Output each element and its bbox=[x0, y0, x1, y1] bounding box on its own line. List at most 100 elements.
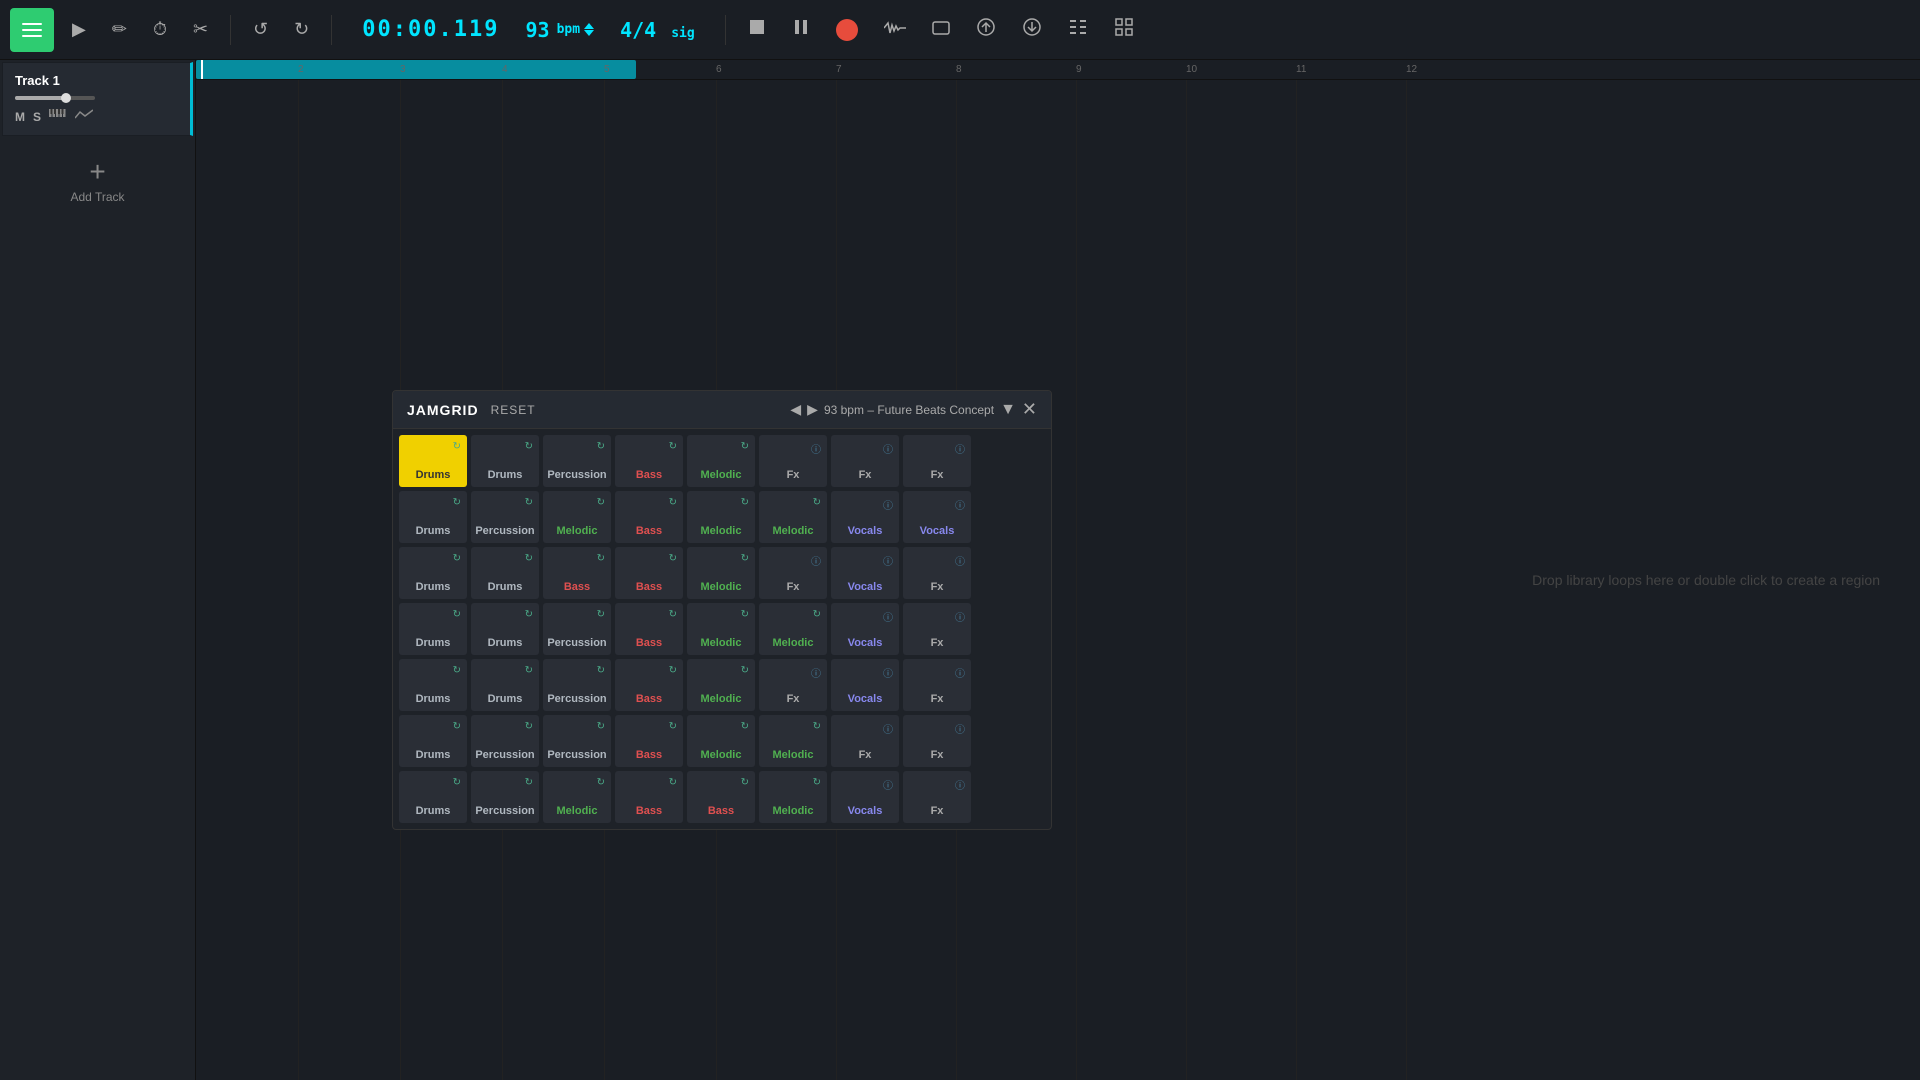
info-icon: ⓘ bbox=[955, 553, 965, 568]
timeline-region[interactable] bbox=[196, 60, 636, 79]
jamgrid-cell[interactable]: ⓘFx bbox=[759, 659, 827, 711]
settings-button[interactable] bbox=[1060, 11, 1096, 48]
jamgrid-cell[interactable]: ⓘFx bbox=[903, 659, 971, 711]
jamgrid-cell[interactable]: ↻Melodic bbox=[759, 771, 827, 823]
time-signature-display: 4/4 sig bbox=[620, 18, 695, 42]
jamgrid-cell[interactable]: ⓘVocals bbox=[831, 659, 899, 711]
jamgrid-cell[interactable]: ↻Bass bbox=[615, 435, 683, 487]
refresh-icon: ↻ bbox=[741, 441, 749, 452]
jamgrid-cell[interactable]: ↻Percussion bbox=[471, 771, 539, 823]
import-button[interactable] bbox=[1014, 11, 1050, 48]
jamgrid-cell[interactable]: ↻Percussion bbox=[543, 435, 611, 487]
jamgrid-close-button[interactable]: ✕ bbox=[1022, 399, 1037, 420]
jamgrid-reset-button[interactable]: RESET bbox=[491, 403, 536, 417]
jamgrid-cell[interactable]: ↻Drums bbox=[471, 547, 539, 599]
mute-button[interactable]: M bbox=[15, 110, 25, 124]
jamgrid-cell[interactable]: ↻Bass bbox=[615, 715, 683, 767]
jamgrid-cell[interactable]: ⓘFx bbox=[759, 435, 827, 487]
jamgrid-cell[interactable]: ↻Melodic bbox=[759, 491, 827, 543]
jamgrid-cell[interactable]: ↻Melodic bbox=[543, 491, 611, 543]
jamgrid-cell[interactable]: ↻Drums bbox=[399, 659, 467, 711]
jamgrid-cell[interactable]: ↻Drums bbox=[399, 771, 467, 823]
jamgrid-cell[interactable]: ↻Bass bbox=[615, 659, 683, 711]
jamgrid-cell[interactable]: ↻Drums bbox=[399, 715, 467, 767]
add-track-area[interactable]: + Add Track bbox=[0, 138, 195, 224]
jamgrid-cell[interactable]: ↻Bass bbox=[543, 547, 611, 599]
jamgrid-cell[interactable]: ↻Bass bbox=[615, 603, 683, 655]
jamgrid-cell[interactable]: ↻Bass bbox=[615, 547, 683, 599]
grid-button[interactable] bbox=[1106, 11, 1142, 48]
jamgrid-cell[interactable]: ⓘFx bbox=[903, 435, 971, 487]
pause-button[interactable] bbox=[784, 12, 818, 47]
jamgrid-cell[interactable]: ↻Bass bbox=[687, 771, 755, 823]
jamgrid-cell[interactable]: ↻Melodic bbox=[759, 603, 827, 655]
jamgrid-cell[interactable]: ↻Drums bbox=[471, 435, 539, 487]
jamgrid-cell[interactable]: ⓘVocals bbox=[831, 771, 899, 823]
jamgrid-cell[interactable]: ⓘFx bbox=[831, 435, 899, 487]
jamgrid-next-button[interactable]: ▶ bbox=[807, 401, 818, 418]
jamgrid-dropdown-button[interactable]: ▼ bbox=[1000, 401, 1016, 419]
jamgrid-cell[interactable]: ↻Melodic bbox=[687, 659, 755, 711]
drop-hint: Drop library loops here or double click … bbox=[1532, 572, 1880, 588]
jamgrid-cell[interactable]: ↻Drums bbox=[471, 603, 539, 655]
jamgrid-cell[interactable]: ↻Drums bbox=[399, 547, 467, 599]
stop-button[interactable] bbox=[740, 12, 774, 47]
jamgrid-cell[interactable]: ↻Percussion bbox=[471, 715, 539, 767]
jamgrid-cell[interactable]: ⓘFx bbox=[903, 715, 971, 767]
jamgrid-cell[interactable]: ↻Melodic bbox=[543, 771, 611, 823]
jamgrid-cell[interactable]: ⓘVocals bbox=[831, 491, 899, 543]
refresh-icon: ↻ bbox=[453, 441, 461, 452]
jamgrid-cell[interactable]: ↻Melodic bbox=[687, 547, 755, 599]
sig-label: sig bbox=[671, 26, 694, 41]
jamgrid-cell[interactable]: ⓘFx bbox=[903, 771, 971, 823]
jamgrid-cell[interactable]: ↻Melodic bbox=[687, 435, 755, 487]
jamgrid-cell[interactable]: ⓘVocals bbox=[903, 491, 971, 543]
jamgrid-cell[interactable]: ⓘVocals bbox=[831, 603, 899, 655]
automation-button[interactable] bbox=[75, 108, 93, 125]
select-tool-button[interactable]: ▶ bbox=[64, 13, 94, 46]
hamburger-line bbox=[22, 23, 42, 25]
jamgrid-cell[interactable]: ⓘVocals bbox=[831, 547, 899, 599]
info-icon: ⓘ bbox=[883, 721, 893, 736]
jamgrid-cell[interactable]: ↻Percussion bbox=[543, 603, 611, 655]
jamgrid-cell[interactable]: ↻Percussion bbox=[471, 491, 539, 543]
info-icon: ⓘ bbox=[883, 777, 893, 792]
redo-button[interactable]: ↻ bbox=[286, 13, 317, 46]
ruler-mark: 7 bbox=[836, 64, 842, 75]
jamgrid-cell[interactable]: ⓘFx bbox=[831, 715, 899, 767]
jamgrid-cell[interactable]: ↻Melodic bbox=[687, 715, 755, 767]
export-button[interactable] bbox=[968, 11, 1004, 48]
pencil-tool-button[interactable]: ✏ bbox=[104, 13, 135, 46]
loop-button[interactable] bbox=[924, 13, 958, 46]
bpm-up-arrow[interactable] bbox=[584, 23, 594, 29]
menu-button[interactable] bbox=[10, 8, 54, 52]
jamgrid-cell[interactable]: ⓘFx bbox=[759, 547, 827, 599]
jamgrid-cell[interactable]: ↻Percussion bbox=[543, 715, 611, 767]
bpm-down-arrow[interactable] bbox=[584, 30, 594, 36]
info-icon: ⓘ bbox=[883, 609, 893, 624]
jamgrid-cell[interactable]: ↻Melodic bbox=[687, 491, 755, 543]
midi-button[interactable] bbox=[49, 108, 67, 125]
jamgrid-cell[interactable]: ↻Percussion bbox=[543, 659, 611, 711]
clock-tool-button[interactable]: ⏱ bbox=[145, 13, 175, 46]
jamgrid-cell[interactable]: ⓘFx bbox=[903, 603, 971, 655]
waveform-button[interactable] bbox=[876, 13, 914, 46]
jamgrid-cell[interactable]: ↻Bass bbox=[615, 491, 683, 543]
track-volume-slider[interactable] bbox=[15, 96, 95, 100]
bpm-arrows[interactable] bbox=[584, 23, 594, 36]
undo-button[interactable]: ↺ bbox=[245, 13, 276, 46]
scissors-tool-button[interactable]: ✂ bbox=[185, 13, 216, 46]
jamgrid-cell[interactable]: ↻Bass bbox=[615, 771, 683, 823]
jamgrid-cell[interactable]: ↻Melodic bbox=[759, 715, 827, 767]
record-button[interactable] bbox=[828, 13, 866, 47]
jamgrid-cell[interactable]: ↻Drums bbox=[399, 491, 467, 543]
jamgrid-cell[interactable]: ↻Melodic bbox=[687, 603, 755, 655]
jamgrid-cell[interactable]: ⓘFx bbox=[903, 547, 971, 599]
refresh-icon: ↻ bbox=[525, 497, 533, 508]
jamgrid-cell[interactable]: ↻Drums bbox=[399, 603, 467, 655]
cell-label: Fx bbox=[787, 581, 800, 593]
jamgrid-prev-button[interactable]: ◀ bbox=[790, 401, 801, 418]
jamgrid-cell[interactable]: ↻Drums bbox=[399, 435, 467, 487]
jamgrid-cell[interactable]: ↻Drums bbox=[471, 659, 539, 711]
solo-button[interactable]: S bbox=[33, 110, 41, 124]
